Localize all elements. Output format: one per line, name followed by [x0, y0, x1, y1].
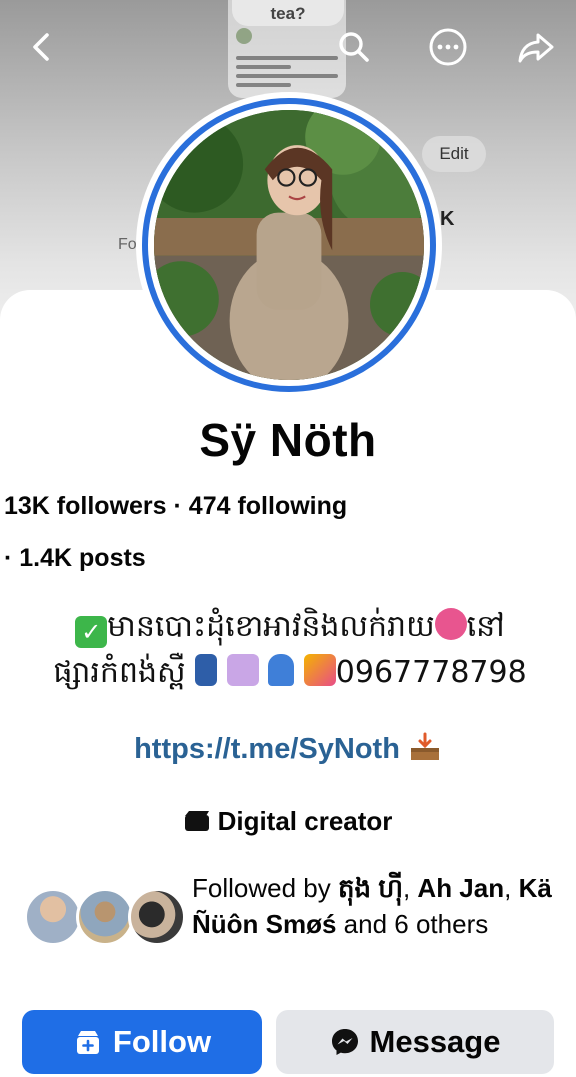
profile-bio: ✓ មានបោះដុំខោអាវនិងលក់រាយ នៅ ផ្សារកំពង់ស្ព…	[20, 604, 560, 696]
cover-preview-thumbnail	[232, 26, 342, 94]
dress-icon	[268, 654, 295, 686]
bio-text-2: នៅ	[466, 609, 505, 644]
share-icon	[518, 33, 554, 63]
mutual-followers[interactable]: Followed by តុង ហ៊ី, Ah Jan, Kä Ñüôn Smø…	[24, 870, 564, 980]
mutual-followers-text: Followed by តុង ហ៊ី, Ah Jan, Kä Ñüôn Smø…	[192, 870, 562, 942]
profile-picture[interactable]	[136, 92, 442, 398]
posts-count: 1.4K posts	[19, 544, 146, 572]
sparkling-heart-icon	[434, 608, 467, 640]
bio-text-1: មានបោះដុំខោអាវនិងលក់រាយ	[107, 609, 435, 644]
mutual-prefix: Followed by	[192, 873, 338, 903]
search-icon	[339, 32, 369, 62]
inbox-tray-icon	[410, 732, 439, 760]
cover-note-bubble: tea?	[232, 0, 344, 26]
profile-name: Sÿ Nöth	[199, 414, 377, 466]
follow-icon	[76, 1031, 99, 1054]
mutual-name-2[interactable]: Ah Jan	[417, 873, 504, 903]
more-horizontal-icon	[429, 28, 467, 66]
bio-text-3: ផ្សារកំពង់ស្ពឺ	[53, 655, 186, 690]
message-button-label: Message	[369, 1024, 501, 1059]
mutual-name-1[interactable]: តុង ហ៊ី	[338, 873, 403, 903]
followers-count[interactable]: 13K followers	[4, 492, 167, 520]
bio-phone[interactable]: 0967778798	[336, 655, 527, 690]
jeans-icon	[195, 654, 218, 686]
messenger-icon	[331, 1029, 358, 1055]
profile-link-text[interactable]: https://t.me/SyNoth	[134, 733, 400, 765]
avatar	[128, 888, 186, 946]
search-button[interactable]	[330, 23, 378, 71]
category-label: Digital creator	[217, 806, 393, 836]
following-count[interactable]: 474 following	[189, 492, 347, 520]
mutual-sep: ,	[402, 873, 418, 903]
more-button[interactable]	[424, 23, 472, 71]
ghost-edit-button: Edit	[422, 136, 486, 172]
ghost-count: K	[440, 208, 455, 230]
message-button[interactable]: Message	[276, 1010, 554, 1074]
back-button[interactable]	[18, 23, 66, 71]
profile-stats: 13K followers · 474 following · 1.4K pos…	[4, 492, 348, 572]
profile-category: Digital creator	[0, 806, 576, 837]
chevron-left-icon	[33, 33, 49, 61]
tshirt-icon	[226, 654, 259, 686]
profile-photo	[154, 110, 424, 380]
check-mark-icon: ✓	[75, 616, 108, 648]
share-button[interactable]	[512, 23, 560, 71]
follow-button-label: Follow	[112, 1024, 212, 1059]
clapper-icon	[184, 811, 209, 831]
mutual-suffix: and 6 others	[336, 909, 489, 939]
party-popper-icon	[303, 654, 336, 686]
story-ring	[142, 98, 436, 392]
mutual-avatars[interactable]	[24, 888, 186, 950]
avatar	[76, 888, 134, 946]
mutual-sep: ,	[504, 873, 519, 903]
profile-link[interactable]: https://t.me/SyNoth	[0, 732, 576, 766]
avatar	[24, 888, 82, 946]
follow-button[interactable]: Follow	[22, 1010, 262, 1074]
ghost-label: Fo	[118, 236, 137, 253]
